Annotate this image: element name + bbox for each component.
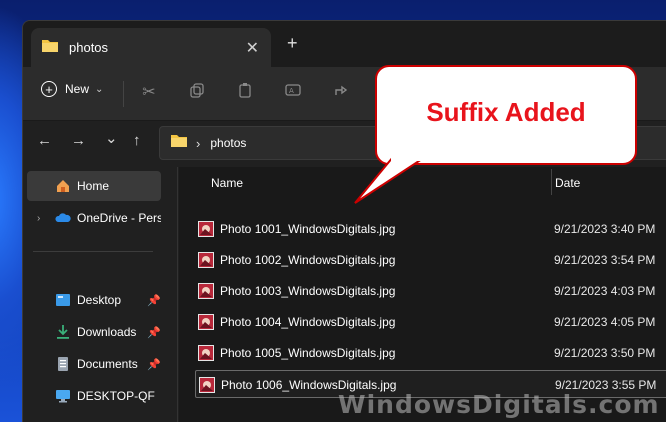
sidebar-item-downloads[interactable]: Downloads 📌 [27,317,161,347]
plus-circle-icon: + [41,81,57,97]
cut-icon[interactable]: ✂ [139,82,159,102]
breadcrumb-chevron-icon: › [196,135,201,151]
file-name: Photo 1004_WindowsDigitals.jpg [220,315,396,329]
expand-chevron-icon[interactable]: › [37,213,40,224]
file-row[interactable]: Photo 1005_WindowsDigitals.jpg 9/21/2023 … [195,339,666,367]
image-file-icon [198,283,214,299]
file-date: 9/21/2023 3:40 PM [554,222,656,236]
callout-pointer [354,157,427,204]
pin-icon[interactable]: 📌 [147,294,161,307]
home-icon [55,178,71,194]
monitor-icon [55,388,71,404]
sidebar-divider [33,251,153,252]
sidebar-item-label: Home [77,179,110,193]
sidebar-item-desktop[interactable]: Desktop 📌 [27,285,161,315]
file-row[interactable]: Photo 1004_WindowsDigitals.jpg 9/21/2023 … [195,308,666,336]
sidebar-item-snipping[interactable]: snipping 📌 [27,413,161,422]
documents-icon [55,356,71,372]
add-tab-icon[interactable]: + [287,33,298,54]
column-header-name[interactable]: Name [211,176,243,190]
sidebar-item-label: Downloads [77,325,137,339]
share-icon[interactable] [331,82,351,102]
desktop-icon [55,292,71,308]
pane-divider[interactable] [177,167,178,422]
new-button[interactable]: + New ⌄ [41,81,103,97]
rename-icon[interactable]: A [283,82,303,102]
callout-bubble: Suffix Added [375,65,637,165]
file-name: Photo 1001_WindowsDigitals.jpg [220,222,396,236]
paste-icon[interactable] [235,82,255,102]
sidebar-item-label: OneDrive - Pers [77,211,161,225]
tab-photos[interactable]: photos ✕ [31,28,271,67]
back-arrow-icon[interactable]: ← [37,132,52,149]
callout-text: Suffix Added [426,97,586,127]
recent-locations-icon[interactable]: ⌄ [105,129,118,147]
file-name: Photo 1002_WindowsDigitals.jpg [220,253,396,267]
sidebar-item-desktop-qf[interactable]: DESKTOP-QF [27,381,161,411]
file-name: Photo 1003_WindowsDigitals.jpg [220,284,396,298]
image-file-icon [198,345,214,361]
image-file-icon [199,377,215,393]
file-explorer-window: photos ✕ + + New ⌄ ✂ A ··· ← → ⌄ ↑ [22,20,666,422]
file-date: 9/21/2023 3:50 PM [554,346,656,360]
file-date: 9/21/2023 4:05 PM [554,315,656,329]
new-button-label: New [65,82,90,96]
toolbar-divider [123,81,124,107]
column-header-date[interactable]: Date [555,176,580,190]
file-row[interactable]: Photo 1003_WindowsDigitals.jpg 9/21/2023 … [195,277,666,305]
sidebar-item-label: Documents [77,357,138,371]
file-date: 9/21/2023 4:03 PM [554,284,656,298]
forward-arrow-icon[interactable]: → [71,132,86,149]
sidebar-item-onedrive[interactable]: › OneDrive - Pers [27,203,161,233]
file-row[interactable]: Photo 1001_WindowsDigitals.jpg 9/21/2023 … [195,215,666,243]
image-file-icon [198,221,214,237]
cloud-icon [55,210,71,226]
tab-strip: photos ✕ + [23,21,666,67]
navigation-pane: Home › OneDrive - Pers Desktop 📌 Downloa… [23,167,169,422]
image-file-icon [198,314,214,330]
file-date: 9/21/2023 3:54 PM [554,253,656,267]
sidebar-item-home[interactable]: Home [27,171,161,201]
svg-text:A: A [289,87,294,95]
image-file-icon [198,252,214,268]
file-name: Photo 1005_WindowsDigitals.jpg [220,346,396,360]
download-icon [55,324,71,340]
tab-title: photos [69,40,109,55]
pin-icon[interactable]: 📌 [147,358,161,371]
sidebar-item-documents[interactable]: Documents 📌 [27,349,161,379]
up-arrow-icon[interactable]: ↑ [133,132,141,149]
chevron-down-icon: ⌄ [95,83,104,95]
sidebar-item-label: DESKTOP-QF [77,389,155,403]
folder-icon [41,38,59,58]
breadcrumb-photos[interactable]: photos [210,136,246,150]
file-row[interactable]: Photo 1002_WindowsDigitals.jpg 9/21/2023 … [195,246,666,274]
copy-icon[interactable] [187,82,207,102]
pin-icon[interactable]: 📌 [147,326,161,339]
sidebar-item-label: Desktop [77,293,122,307]
watermark-logo: WindowsDigitals.com [338,390,660,419]
close-tab-icon[interactable]: ✕ [246,38,259,58]
column-divider[interactable] [551,169,552,195]
folder-icon [170,133,188,153]
